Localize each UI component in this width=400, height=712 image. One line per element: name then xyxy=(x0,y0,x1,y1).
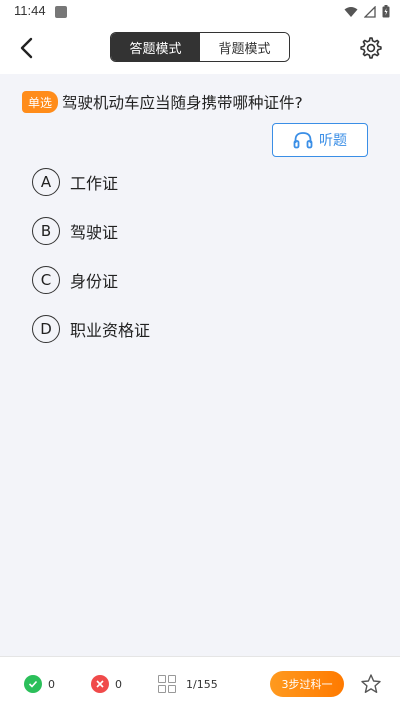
settings-gear-icon xyxy=(360,37,382,59)
cross-icon xyxy=(91,675,109,693)
status-time: 11:44 xyxy=(14,3,46,18)
grid-icon xyxy=(158,675,176,693)
wrong-count: 0 xyxy=(115,677,122,691)
question-type-badge: 单选 xyxy=(22,91,59,113)
option-letter: A xyxy=(32,168,60,196)
settings-button[interactable] xyxy=(358,35,384,61)
option-a[interactable]: A 工作证 xyxy=(32,168,118,196)
bottom-bar: 0 0 1/155 3步过科一 xyxy=(0,656,400,712)
wrong-stat: 0 xyxy=(91,675,122,693)
top-header: 答题模式 背题模式 xyxy=(0,24,400,74)
mode-switch: 答题模式 背题模式 xyxy=(110,32,290,62)
option-b[interactable]: B 驾驶证 xyxy=(32,217,118,245)
option-letter: B xyxy=(32,217,60,245)
tab-memorize-mode[interactable]: 背题模式 xyxy=(200,33,289,61)
question-index-button[interactable]: 1/155 xyxy=(158,675,218,693)
progress-text: 1/155 xyxy=(186,677,218,691)
status-bar: 11:44 xyxy=(0,0,400,24)
question: 单选 驾驶机动车应当随身携带哪种证件? xyxy=(22,91,382,113)
pass-button[interactable]: 3步过科一 xyxy=(270,671,344,697)
correct-stat: 0 xyxy=(24,675,55,693)
back-arrow-icon xyxy=(20,37,33,59)
favorite-button[interactable] xyxy=(360,673,382,699)
back-button[interactable] xyxy=(12,34,40,62)
tab-answer-mode[interactable]: 答题模式 xyxy=(111,33,200,61)
app-notification-icon xyxy=(55,6,67,18)
signal-icon xyxy=(364,5,376,18)
check-icon xyxy=(24,675,42,693)
option-text: 驾驶证 xyxy=(70,223,119,242)
option-d[interactable]: D 职业资格证 xyxy=(32,315,150,343)
option-letter: D xyxy=(32,315,60,343)
question-text: 驾驶机动车应当随身携带哪种证件? xyxy=(62,94,303,112)
option-text: 身份证 xyxy=(70,272,119,291)
option-text: 职业资格证 xyxy=(70,321,151,340)
correct-count: 0 xyxy=(48,677,55,691)
battery-icon xyxy=(382,5,390,18)
option-c[interactable]: C 身份证 xyxy=(32,266,118,294)
star-icon xyxy=(361,674,381,693)
option-letter: C xyxy=(32,266,60,294)
option-text: 工作证 xyxy=(70,174,119,193)
status-icons xyxy=(344,5,390,18)
listen-button[interactable]: 听题 xyxy=(272,123,368,157)
wifi-icon xyxy=(344,6,358,17)
listen-button-label: 听题 xyxy=(319,133,347,149)
headphones-icon xyxy=(293,132,313,149)
